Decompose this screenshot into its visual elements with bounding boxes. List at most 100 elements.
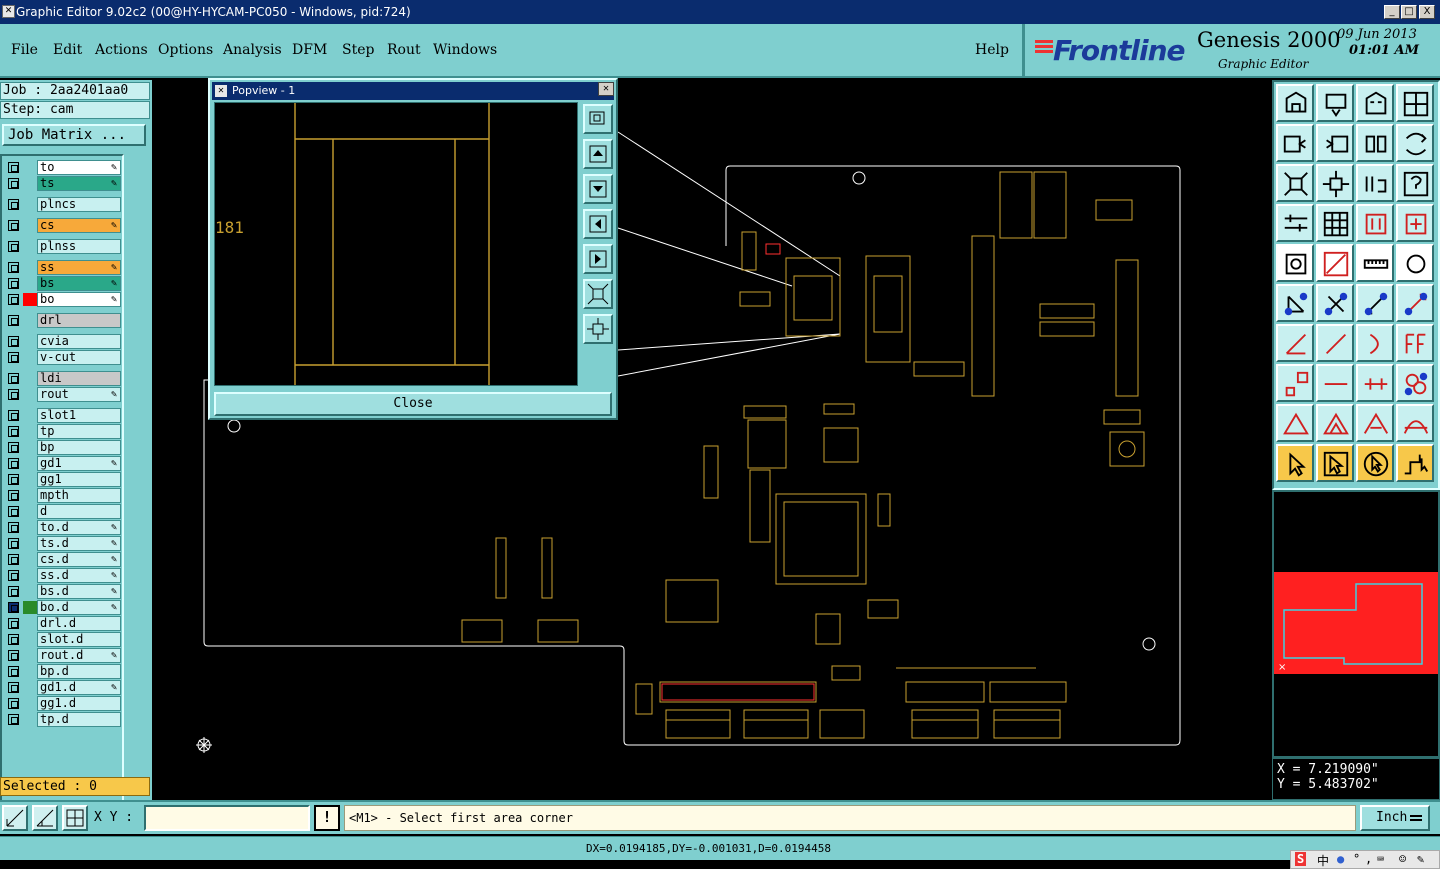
layer-row[interactable]: slot.d (2, 632, 122, 647)
layer-name[interactable]: cs.d ✎ (37, 552, 121, 567)
ruler-tool[interactable] (1356, 244, 1394, 282)
connect-red-tool[interactable] (1396, 284, 1434, 322)
layer-row[interactable]: ss ✎ (2, 260, 122, 275)
layer-row[interactable]: ss.d ✎ (2, 568, 122, 583)
layer-row[interactable]: ts.d ✎ (2, 536, 122, 551)
layer-checkbox[interactable] (8, 162, 19, 173)
layer-row[interactable]: drl (2, 313, 122, 328)
menu-dfm[interactable]: DFM (292, 42, 327, 58)
layer-name[interactable]: d (37, 504, 121, 519)
layer-checkbox[interactable] (8, 220, 19, 231)
layer-checkbox[interactable] (8, 522, 19, 533)
layer-checkbox[interactable] (8, 241, 19, 252)
layer-row[interactable]: plnss (2, 239, 122, 254)
layer-checkbox[interactable] (8, 278, 19, 289)
grid-button[interactable] (62, 805, 88, 831)
zoom-down-tool[interactable] (1316, 84, 1354, 122)
menu-step[interactable]: Step (342, 42, 374, 58)
layer-row[interactable]: tp (2, 424, 122, 439)
wrench-icon[interactable]: ✎ (1417, 852, 1424, 866)
layer-checkbox[interactable] (8, 410, 19, 421)
circle-tool[interactable] (1396, 244, 1434, 282)
layer-name[interactable]: bs ✎ (37, 276, 121, 291)
popview-pan-up-button[interactable] (583, 139, 613, 169)
layer-row[interactable]: ldi (2, 371, 122, 386)
layer-name[interactable]: slot1 (37, 408, 121, 423)
layer-name[interactable]: to.d ✎ (37, 520, 121, 535)
window-grid-tool[interactable] (1396, 84, 1434, 122)
menu-help[interactable]: Help (975, 42, 1009, 58)
layer-name[interactable]: ss.d ✎ (37, 568, 121, 583)
layer-name[interactable]: v-cut (37, 350, 121, 365)
layer-row[interactable]: bo ✎ (2, 292, 122, 307)
angle-tool[interactable] (1276, 324, 1314, 362)
menu-analysis[interactable]: Analysis (223, 42, 282, 58)
maximize-button[interactable]: □ (1401, 5, 1417, 19)
layer-name[interactable]: bo ✎ (37, 292, 121, 307)
ff-tool[interactable] (1396, 324, 1434, 362)
layer-checkbox[interactable] (8, 506, 19, 517)
layers-blue-tool[interactable] (1396, 204, 1434, 242)
building-tool[interactable] (1356, 84, 1394, 122)
minus-tool[interactable] (1316, 364, 1354, 402)
layer-name[interactable]: rout.d ✎ (37, 648, 121, 663)
ime-comma-label[interactable]: , (1365, 852, 1372, 866)
zoom-in-tool[interactable] (1316, 164, 1354, 202)
layer-name[interactable]: mpth (37, 488, 121, 503)
layer-name[interactable]: cvia (37, 334, 121, 349)
layer-name[interactable]: slot.d (37, 632, 121, 647)
layer-row[interactable]: drl.d (2, 616, 122, 631)
ime-degree-label[interactable]: ° (1353, 852, 1360, 866)
layer-checkbox[interactable] (8, 373, 19, 384)
layer-checkbox[interactable] (8, 570, 19, 581)
layer-name[interactable]: bo.d ✎ (37, 600, 121, 615)
layer-row[interactable]: bs ✎ (2, 276, 122, 291)
popview-close-button[interactable]: Close (214, 392, 612, 416)
layer-checkbox[interactable] (8, 618, 19, 629)
layer-checkbox[interactable] (8, 294, 19, 305)
layer-row[interactable]: plncs (2, 197, 122, 212)
layer-name[interactable]: tp.d (37, 712, 121, 727)
layer-name[interactable]: drl (37, 313, 121, 328)
square-pad-tool[interactable] (1276, 364, 1314, 402)
layer-name[interactable]: ldi (37, 371, 121, 386)
layer-name[interactable]: ts ✎ (37, 176, 121, 191)
xy-input[interactable] (144, 805, 310, 831)
layer-name[interactable]: gd1 ✎ (37, 456, 121, 471)
arch-tool[interactable] (1356, 404, 1394, 442)
menu-windows[interactable]: Windows (433, 42, 497, 58)
ime-moon-icon[interactable]: ● (1337, 852, 1344, 866)
line-tool[interactable] (1316, 324, 1354, 362)
popview-pan-left-button[interactable] (583, 209, 613, 239)
layer-row[interactable]: slot1 (2, 408, 122, 423)
layer-row[interactable]: cs.d ✎ (2, 552, 122, 567)
snap-mode-button[interactable] (2, 805, 28, 831)
layer-name[interactable]: ts.d ✎ (37, 536, 121, 551)
layer-name[interactable]: tp (37, 424, 121, 439)
menu-options[interactable]: Options (158, 42, 213, 58)
popview-title-bar[interactable]: ✕ Popview - 1 (212, 82, 614, 100)
rings-tool[interactable] (1396, 364, 1434, 402)
layer-checkbox[interactable] (8, 586, 19, 597)
redraw-tool[interactable] (1396, 124, 1434, 162)
popview-canvas[interactable]: 181 (214, 102, 578, 386)
layer-name[interactable]: plnss (37, 239, 121, 254)
layer-name[interactable]: bp.d (37, 664, 121, 679)
layer-name[interactable]: gg1.d (37, 696, 121, 711)
warning-button[interactable]: ! (314, 805, 340, 831)
layer-row[interactable]: bp (2, 440, 122, 455)
measure-button[interactable] (32, 805, 58, 831)
layers-red-tool[interactable] (1356, 204, 1394, 242)
layer-checkbox[interactable] (8, 634, 19, 645)
minimize-button[interactable]: _ (1384, 5, 1400, 19)
layer-name[interactable]: to ✎ (37, 160, 121, 175)
popview-zoom-out-button[interactable] (583, 279, 613, 309)
layer-checkbox[interactable] (8, 474, 19, 485)
layer-checkbox[interactable] (8, 458, 19, 469)
layer-row[interactable]: tp.d (2, 712, 122, 727)
layer-row[interactable]: ts ✎ (2, 176, 122, 191)
layer-name[interactable]: ss ✎ (37, 260, 121, 275)
layer-checkbox[interactable] (8, 199, 19, 210)
sogou-icon[interactable]: S (1295, 852, 1307, 866)
layer-checkbox[interactable] (8, 178, 19, 189)
